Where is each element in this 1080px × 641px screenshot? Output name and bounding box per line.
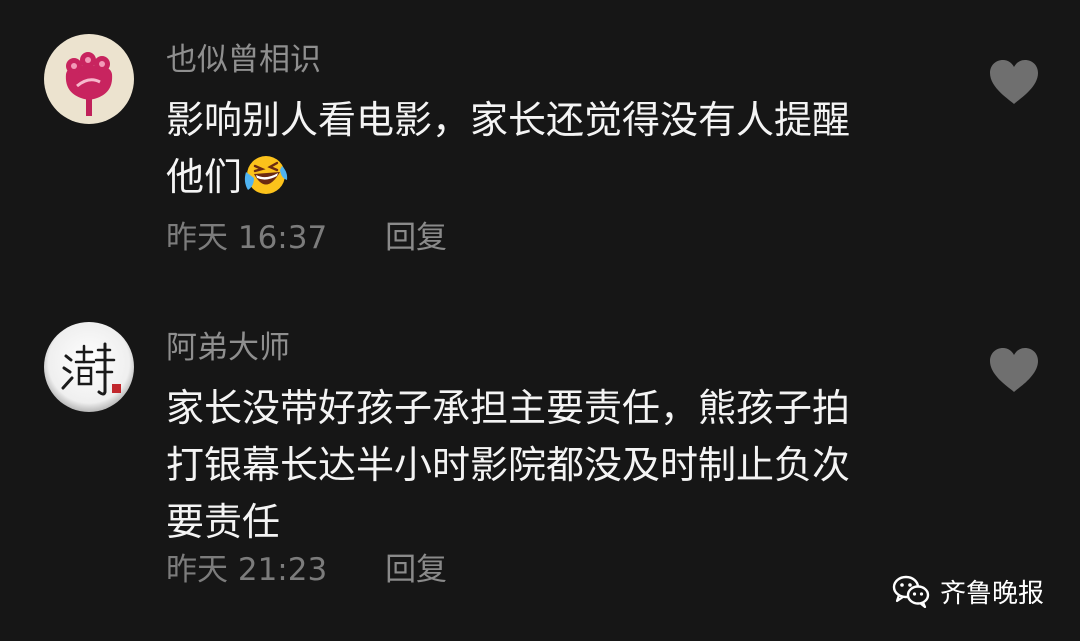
heart-icon[interactable] <box>988 346 1040 394</box>
reply-button[interactable]: 回复 <box>385 218 447 258</box>
comment-text-line: 他们 <box>166 149 936 206</box>
username[interactable]: 阿弟大师 <box>166 328 290 368</box>
reply-button[interactable]: 回复 <box>385 550 447 590</box>
comment-meta: 昨天 21:23 回复 <box>166 550 447 590</box>
heart-icon[interactable] <box>988 58 1040 106</box>
comment-text: 影响别人看电影，家长还觉得没有人提醒 他们 <box>166 92 936 206</box>
laughing-tears-emoji-icon <box>242 152 288 198</box>
comment-text-line: 要责任 <box>166 500 281 544</box>
comment-text-segment: 他们 <box>166 155 243 199</box>
watermark-label: 齐鲁晚报 <box>939 578 1044 609</box>
wechat-icon <box>892 574 930 608</box>
red-flower-avatar-icon <box>44 34 134 124</box>
comment-meta: 昨天 16:37 回复 <box>166 218 447 258</box>
timestamp: 昨天 21:23 <box>166 552 328 588</box>
source-watermark: 齐鲁晚报 <box>892 571 1044 611</box>
username[interactable]: 也似曾相识 <box>166 40 321 80</box>
user-avatar[interactable] <box>44 34 134 124</box>
timestamp: 昨天 16:37 <box>166 220 328 256</box>
comment-text-line: 影响别人看电影，家长还觉得没有人提醒 <box>166 98 851 142</box>
comment-text-line: 家长没带好孩子承担主要责任，熊孩子拍 <box>166 386 851 430</box>
calligraphy-avatar-icon <box>44 322 134 412</box>
user-avatar[interactable] <box>44 322 134 412</box>
comment-text-line: 打银幕长达半小时影院都没及时制止负次 <box>166 443 851 487</box>
comment-text: 家长没带好孩子承担主要责任，熊孩子拍 打银幕长达半小时影院都没及时制止负次 要责… <box>166 380 936 551</box>
